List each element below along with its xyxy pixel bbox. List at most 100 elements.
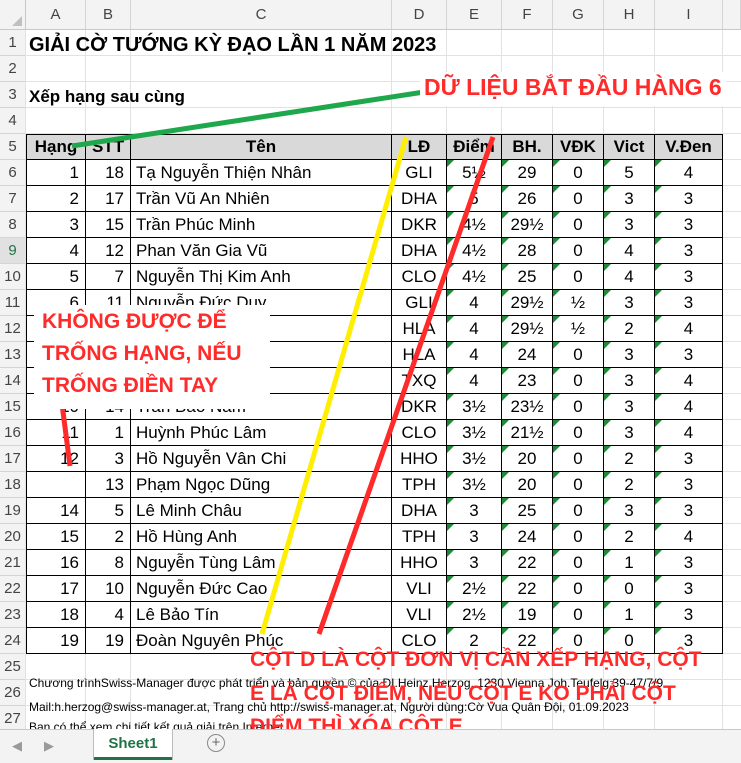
table-cell-rank[interactable]: 15 [26, 524, 86, 550]
table-cell-rank[interactable]: 17 [26, 576, 86, 602]
table-cell-vict[interactable]: 2 [604, 316, 655, 342]
table-cell-vden[interactable]: 4 [655, 524, 723, 550]
table-cell-vict[interactable]: 3 [604, 498, 655, 524]
table-cell-stt[interactable]: 2 [86, 524, 131, 550]
table-cell-vdk[interactable]: 0 [553, 264, 604, 290]
row-header-27[interactable]: 27 [0, 706, 26, 729]
table-cell-stt[interactable]: 17 [86, 186, 131, 212]
table-cell-bh[interactable]: 29½ [502, 290, 553, 316]
table-cell-points[interactable]: 4 [447, 342, 502, 368]
select-all-corner[interactable] [0, 0, 26, 30]
table-cell-stt[interactable]: 19 [86, 628, 131, 654]
table-cell-points[interactable]: 3½ [447, 420, 502, 446]
table-header-rank[interactable]: Hạng [26, 134, 86, 160]
table-cell-points[interactable]: 4 [447, 368, 502, 394]
table-cell-vdk[interactable]: 0 [553, 342, 604, 368]
table-cell-vden[interactable]: 3 [655, 550, 723, 576]
table-cell-bh[interactable]: 28 [502, 238, 553, 264]
spreadsheet-grid[interactable]: ABCDEFGHI 1 2 3 4 5 6 7 8 9 10 11 12 13 14 15 16 17 18 19 2… [0, 0, 741, 729]
table-cell-vict[interactable]: 5 [604, 160, 655, 186]
table-cell-bh[interactable]: 22 [502, 550, 553, 576]
table-cell-bh[interactable]: 21½ [502, 420, 553, 446]
table-header-unit[interactable]: LĐ [392, 134, 447, 160]
column-header-d[interactable]: D [392, 0, 447, 30]
table-cell-name[interactable]: Tạ Nguyễn Thiện Nhân [131, 160, 392, 186]
table-header-stt[interactable]: STT [86, 134, 131, 160]
table-cell-name[interactable]: Hồ Nguyễn Vân Chi [131, 446, 392, 472]
table-header-vict[interactable]: Vict [604, 134, 655, 160]
table-cell-name[interactable]: Phan Văn Gia Vũ [131, 238, 392, 264]
table-cell-points[interactable]: 3 [447, 524, 502, 550]
table-cell-rank[interactable]: 5 [26, 264, 86, 290]
table-header-vden[interactable]: V.Đen [655, 134, 723, 160]
table-cell-vict[interactable]: 2 [604, 472, 655, 498]
row-header-21[interactable]: 21 [0, 550, 26, 576]
table-cell-stt[interactable]: 5 [86, 498, 131, 524]
table-cell-bh[interactable]: 20 [502, 446, 553, 472]
table-cell-unit[interactable]: VLI [392, 602, 447, 628]
table-cell-vden[interactable]: 3 [655, 472, 723, 498]
table-cell-vdk[interactable]: 0 [553, 524, 604, 550]
table-cell-stt[interactable]: 3 [86, 446, 131, 472]
table-cell-unit[interactable]: HHO [392, 446, 447, 472]
table-cell-vden[interactable]: 3 [655, 238, 723, 264]
table-cell-vden[interactable]: 4 [655, 394, 723, 420]
row-header-8[interactable]: 8 [0, 212, 26, 238]
row-header-2[interactable]: 2 [0, 56, 26, 82]
row-header-4[interactable]: 4 [0, 108, 26, 134]
row-header-25[interactable]: 25 [0, 654, 26, 680]
table-cell-vden[interactable]: 4 [655, 368, 723, 394]
row-header-26[interactable]: 26 [0, 680, 26, 706]
table-cell-points[interactable]: 3½ [447, 394, 502, 420]
table-cell-name[interactable]: Huỳnh Phúc Lâm [131, 420, 392, 446]
table-cell-vdk[interactable]: ½ [553, 290, 604, 316]
row-header-5[interactable]: 5 [0, 134, 26, 160]
table-cell-vdk[interactable]: 0 [553, 186, 604, 212]
sheet-subtitle[interactable]: Xếp hạng sau cùng [29, 87, 185, 107]
table-cell-unit[interactable]: HLA [392, 342, 447, 368]
row-header-19[interactable]: 19 [0, 498, 26, 524]
column-header-c[interactable]: C [131, 0, 392, 30]
table-cell-bh[interactable]: 23½ [502, 394, 553, 420]
table-cell-points[interactable]: 3 [447, 498, 502, 524]
row-header-3[interactable]: 3 [0, 82, 26, 108]
table-cell-unit[interactable]: DHA [392, 498, 447, 524]
table-cell-vict[interactable]: 3 [604, 212, 655, 238]
table-cell-vden[interactable]: 3 [655, 290, 723, 316]
table-cell-vden[interactable]: 3 [655, 342, 723, 368]
table-header-name[interactable]: Tên [131, 134, 392, 160]
table-cell-vict[interactable]: 3 [604, 186, 655, 212]
table-cell-bh[interactable]: 20 [502, 472, 553, 498]
table-cell-name[interactable]: Hồ Hùng Anh [131, 524, 392, 550]
table-cell-points[interactable]: 4½ [447, 238, 502, 264]
row-header-23[interactable]: 23 [0, 602, 26, 628]
table-cell-bh[interactable]: 24 [502, 342, 553, 368]
table-cell-bh[interactable]: 25 [502, 264, 553, 290]
table-cell-unit[interactable]: CLO [392, 420, 447, 446]
row-header-24[interactable]: 24 [0, 628, 26, 654]
column-header-b[interactable]: B [86, 0, 131, 30]
row-header-6[interactable]: 6 [0, 160, 26, 186]
table-cell-points[interactable]: 3½ [447, 472, 502, 498]
table-cell-name[interactable]: Trần Vũ An Nhiên [131, 186, 392, 212]
table-cell-bh[interactable]: 29½ [502, 316, 553, 342]
column-header-e[interactable]: E [447, 0, 502, 30]
table-cell-vden[interactable]: 3 [655, 576, 723, 602]
table-cell-bh[interactable]: 19 [502, 602, 553, 628]
row-header-1[interactable]: 1 [0, 30, 26, 56]
table-cell-vdk[interactable]: 0 [553, 368, 604, 394]
table-cell-stt[interactable]: 1 [86, 420, 131, 446]
table-cell-vict[interactable]: 2 [604, 446, 655, 472]
table-cell-vden[interactable]: 3 [655, 264, 723, 290]
table-cell-vdk[interactable]: 0 [553, 212, 604, 238]
table-cell-bh[interactable]: 25 [502, 498, 553, 524]
table-cell-points[interactable]: 2½ [447, 602, 502, 628]
row-header-12[interactable]: 12 [0, 316, 26, 342]
table-cell-stt[interactable]: 7 [86, 264, 131, 290]
table-cell-vdk[interactable]: 0 [553, 160, 604, 186]
table-cell-vict[interactable]: 3 [604, 420, 655, 446]
table-cell-stt[interactable]: 18 [86, 160, 131, 186]
table-cell-stt[interactable]: 15 [86, 212, 131, 238]
table-cell-vdk[interactable]: 0 [553, 446, 604, 472]
table-cell-points[interactable]: 5½ [447, 160, 502, 186]
